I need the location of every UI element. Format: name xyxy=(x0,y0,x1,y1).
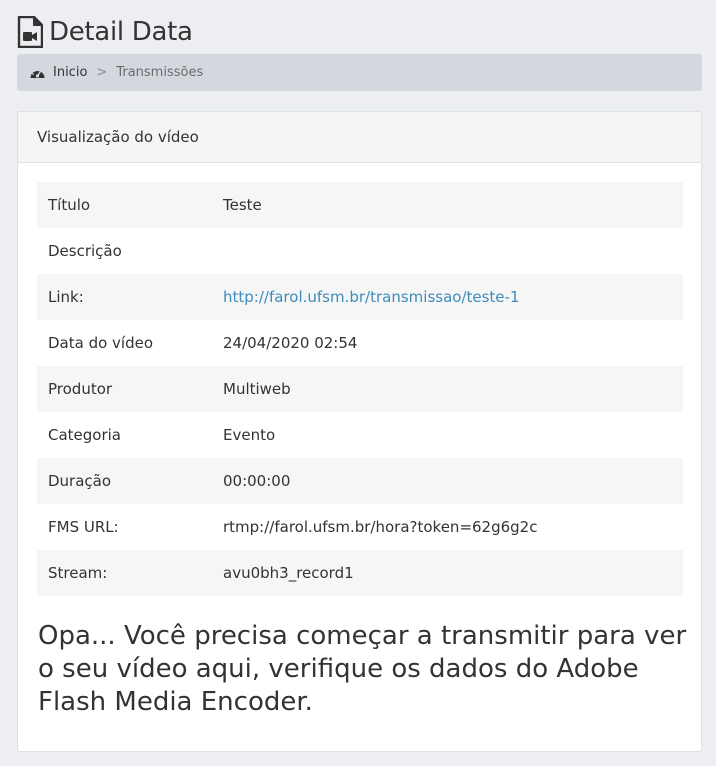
row-value: Multiweb xyxy=(223,366,683,412)
table-row: FMS URL: rtmp://farol.ufsm.br/hora?token… xyxy=(37,504,683,550)
video-details-panel: Visualização do vídeo Título Teste Descr… xyxy=(17,111,702,752)
page-title: Detail Data xyxy=(49,17,193,47)
row-label: Stream: xyxy=(37,550,223,596)
row-label: Data do vídeo xyxy=(48,334,154,352)
detail-table: Título Teste Descrição Link: http://faro… xyxy=(37,182,683,596)
table-row: Título Teste xyxy=(37,182,683,228)
row-label: Link: xyxy=(37,274,223,320)
row-label: Produtor xyxy=(37,366,223,412)
row-value: avu0bh3_record1 xyxy=(223,550,683,596)
row-label: FMS URL: xyxy=(48,518,119,536)
table-row: Duração 00:00:00 xyxy=(37,458,683,504)
row-value: Evento xyxy=(223,426,276,444)
row-label: Título xyxy=(37,182,223,228)
table-row: Stream: avu0bh3_record1 xyxy=(37,550,683,596)
breadcrumb: Inicio > Transmissões xyxy=(17,54,702,91)
breadcrumb-separator: > xyxy=(96,65,108,80)
row-label: Descrição xyxy=(48,242,122,260)
row-label: Categoria xyxy=(48,426,122,444)
page-header: Detail Data xyxy=(17,14,193,50)
row-value: Teste xyxy=(223,182,683,228)
row-value: rtmp://farol.ufsm.br/hora?token=62g6g2c xyxy=(223,518,538,536)
table-row: Data do vídeo 24/04/2020 02:54 xyxy=(37,320,683,366)
row-value: 24/04/2020 02:54 xyxy=(223,334,358,352)
dashboard-icon xyxy=(29,66,46,80)
table-row: Link: http://farol.ufsm.br/transmissao/t… xyxy=(37,274,683,320)
table-row: Categoria Evento xyxy=(37,412,683,458)
video-link[interactable]: http://farol.ufsm.br/transmissao/teste-1 xyxy=(223,288,519,306)
table-row: Descrição xyxy=(37,228,683,274)
table-row: Produtor Multiweb xyxy=(37,366,683,412)
row-label: Duração xyxy=(37,458,223,504)
row-value: 00:00:00 xyxy=(223,458,683,504)
breadcrumb-home-link[interactable]: Inicio xyxy=(53,65,87,80)
video-file-icon xyxy=(17,15,44,49)
stream-notice: Opa... Você precisa começar a transmitir… xyxy=(38,621,687,717)
row-value xyxy=(223,228,683,274)
panel-heading: Visualização do vídeo xyxy=(18,112,701,163)
breadcrumb-current: Transmissões xyxy=(116,65,204,80)
row-value: http://farol.ufsm.br/transmissao/teste-1 xyxy=(223,274,683,320)
